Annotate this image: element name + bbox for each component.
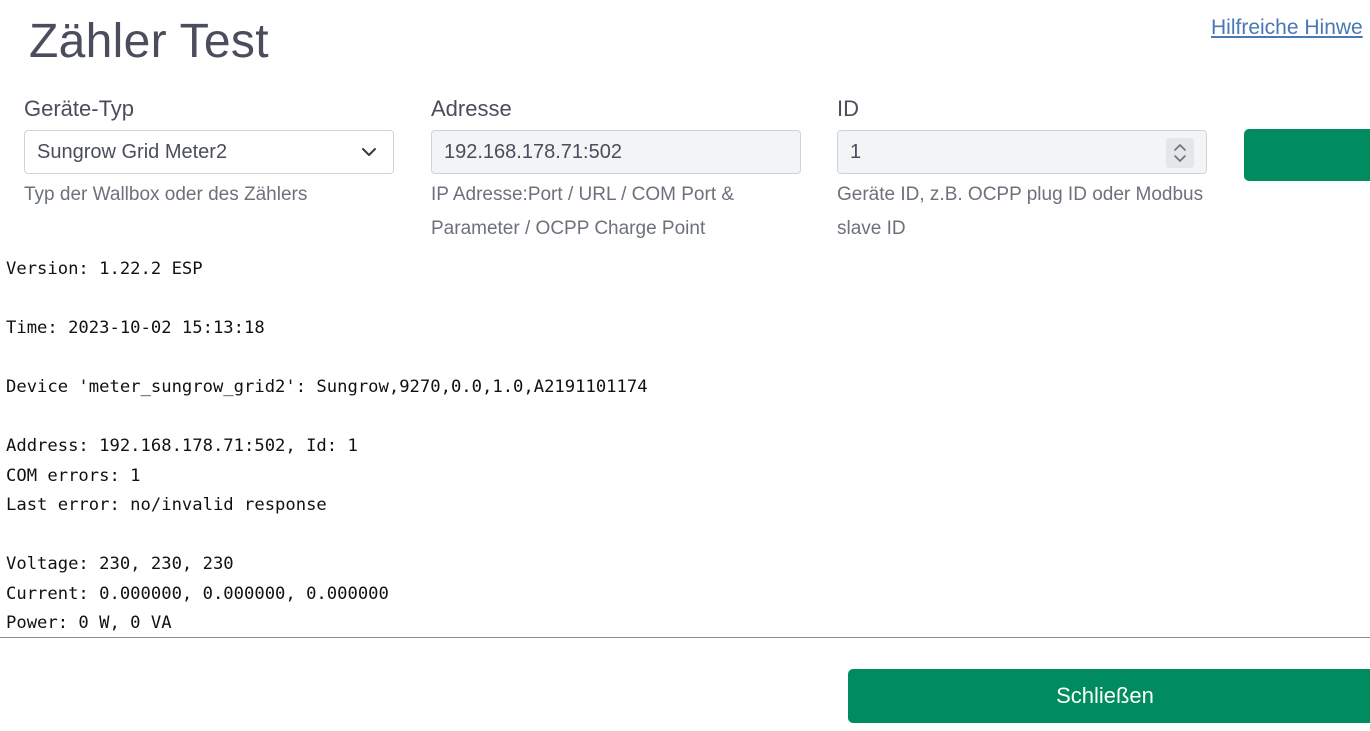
id-value: 1 <box>850 141 862 163</box>
console-line: Last error: no/invalid response <box>6 495 327 515</box>
id-help: Geräte ID, z.B. OCPP plug ID oder Modbus… <box>837 184 1204 239</box>
address-help: IP Adresse:Port / URL / COM Port & Param… <box>431 184 735 239</box>
chevron-down-icon <box>362 148 376 156</box>
spinner-arrows-icon <box>1174 144 1186 162</box>
address-input[interactable]: 192.168.178.71:502 <box>431 130 801 174</box>
console-line: COM errors: 1 <box>6 465 141 486</box>
console-line: Address: 192.168.178.71:502, Id: 1 <box>6 436 358 456</box>
device-type-value: Sungrow Grid Meter2 <box>37 141 228 163</box>
help-link[interactable]: Hilfreiche Hinwe <box>1211 16 1363 40</box>
console-line: Current: 0.000000, 0.000000, 0.000000 <box>6 583 389 604</box>
id-input[interactable]: 1 <box>837 130 1207 174</box>
console-line: Voltage: 230, 230, 230 <box>6 554 234 574</box>
close-button[interactable]: Schließen <box>848 669 1370 723</box>
address-value: 192.168.178.71:502 <box>444 141 622 163</box>
address-label: Adresse <box>431 96 512 121</box>
device-type-help: Typ der Wallbox oder des Zählers <box>24 184 308 205</box>
device-type-label: Geräte-Typ <box>24 96 135 121</box>
console-line: Version: 1.22.2 ESP <box>6 259 203 279</box>
console-line: Time: 2023-10-02 15:13:18 <box>6 318 265 338</box>
id-label: ID <box>837 96 859 121</box>
number-spinner[interactable] <box>1166 138 1194 168</box>
page-title: Zähler Test <box>29 15 269 68</box>
console-line: Device 'meter_sungrow_grid2': Sungrow,92… <box>6 377 648 397</box>
device-type-select[interactable]: Sungrow Grid Meter2 <box>24 130 394 174</box>
console-line: Power: 0 W, 0 VA <box>6 613 172 633</box>
footer-divider <box>0 637 1370 638</box>
console-output: Version: 1.22.2 ESP Time: 2023-10-02 15:… <box>6 255 1366 639</box>
test-button[interactable] <box>1244 129 1370 181</box>
